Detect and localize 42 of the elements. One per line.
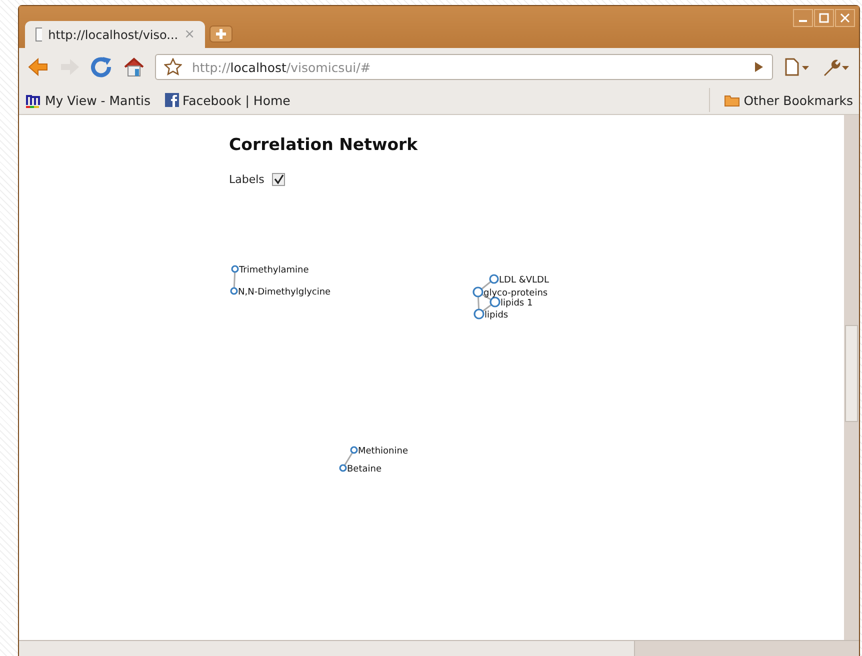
node-label: Betaine [347, 464, 382, 474]
back-arrow-icon[interactable] [27, 57, 49, 77]
network-node[interactable] [474, 308, 484, 320]
node-label: Methionine [358, 446, 408, 456]
node-label: LDL &VLDL [499, 276, 549, 286]
f-square-icon [164, 93, 179, 107]
page-icon [35, 27, 42, 42]
bookmark-link[interactable]: Facebook | Home [164, 92, 290, 108]
home-icon[interactable] [123, 56, 145, 78]
folder-icon [724, 94, 740, 106]
node-label: Trimethylamine [239, 266, 309, 276]
browser-tab[interactable]: http://localhost/viso... × [25, 21, 205, 48]
network-node[interactable] [230, 287, 238, 295]
vertical-scrollbar[interactable] [844, 115, 859, 640]
go-icon[interactable] [754, 61, 764, 73]
new-tab-button[interactable] [209, 25, 233, 43]
address-bar[interactable]: http://localhost/visomicsui/# [155, 54, 773, 80]
network-node[interactable] [231, 265, 239, 273]
node-label: lipids [484, 310, 508, 320]
labels-checkbox[interactable] [272, 173, 286, 186]
minimize-button[interactable] [793, 9, 813, 27]
node-label: glyco-proteins [484, 288, 548, 298]
network-node[interactable] [339, 464, 347, 472]
page-menu-icon[interactable] [783, 57, 811, 77]
labels-label: Labels [229, 173, 264, 186]
star-icon[interactable] [164, 58, 182, 76]
network-node[interactable] [490, 296, 500, 308]
url-text: http://localhost/visomicsui/# [192, 60, 371, 74]
bookmark-link[interactable]: My View - Mantis [25, 92, 151, 108]
letter-m-icon [25, 92, 41, 108]
reload-icon[interactable] [91, 56, 113, 78]
tab-title: http://localhost/viso... [48, 28, 178, 42]
maximize-button[interactable] [814, 9, 834, 27]
network-node[interactable] [489, 274, 499, 284]
close-button[interactable] [835, 9, 855, 27]
network-node[interactable] [350, 446, 358, 454]
network-node[interactable] [472, 286, 484, 298]
horizontal-scrollbar[interactable] [19, 640, 859, 656]
page-heading: Correlation Network [229, 135, 419, 154]
node-label: N,N-Dimethylglycine [238, 288, 331, 298]
other-bookmarks-link[interactable]: Other Bookmarks [724, 92, 853, 108]
node-label: lipids 1 [500, 298, 533, 308]
